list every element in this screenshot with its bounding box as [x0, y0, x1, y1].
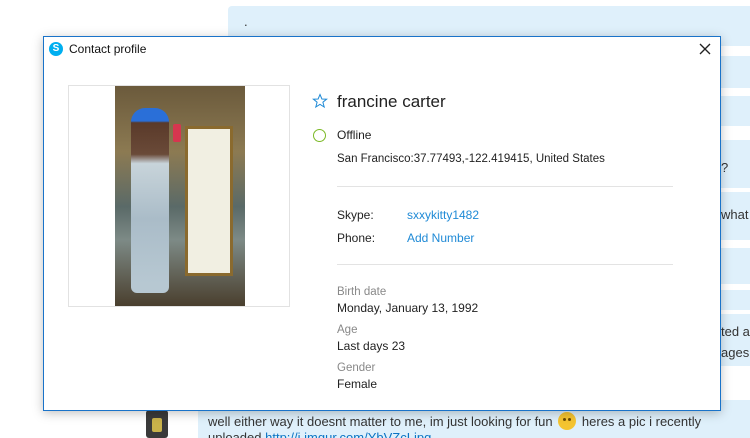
- contact-name: francine carter: [337, 92, 446, 111]
- dialog-title: Contact profile: [69, 42, 147, 56]
- location-text: San Francisco:37.77493,-122.419415, Unit…: [337, 153, 605, 165]
- star-icon[interactable]: [312, 93, 328, 109]
- close-button[interactable]: [696, 40, 714, 58]
- profile-photo[interactable]: [115, 86, 245, 306]
- chat-message-text: well either way it doesnt matter to me, …: [208, 414, 553, 429]
- status-offline-icon: [313, 129, 326, 142]
- sender-avatar[interactable]: [146, 410, 168, 438]
- add-number-link[interactable]: Add Number: [407, 231, 474, 245]
- divider: [337, 186, 673, 187]
- age-label: Age: [337, 324, 358, 336]
- divider: [337, 264, 673, 265]
- chat-bubble: [720, 96, 750, 126]
- birth-date-label: Birth date: [337, 286, 387, 298]
- chat-message-text: heres a pic i recently: [581, 414, 702, 429]
- chat-text-fragment: ted al: [721, 324, 750, 339]
- status-text: Offline: [337, 128, 372, 142]
- close-icon: [699, 43, 711, 55]
- chat-text-fragment: ages: [721, 345, 750, 360]
- age-value: Last days 23: [337, 339, 406, 353]
- gender-value: Female: [337, 377, 378, 391]
- chat-bubble: [720, 56, 750, 88]
- chat-message-line: well either way it doesnt matter to me, …: [208, 412, 701, 430]
- chat-bubble: [720, 248, 750, 284]
- chat-text-fragment: ?: [721, 160, 729, 175]
- smiley-icon: [558, 412, 577, 430]
- title-bar[interactable]: S Contact profile: [44, 37, 720, 61]
- birth-date-value: Monday, January 13, 1992: [337, 301, 479, 315]
- chat-text-fragment: what: [721, 207, 749, 222]
- chat-bubble: [720, 290, 750, 310]
- skype-label: Skype:: [337, 208, 374, 222]
- photo-detail: [185, 126, 233, 276]
- skype-name-link[interactable]: sxxykitty1482: [407, 208, 479, 222]
- skype-icon: S: [49, 42, 63, 56]
- chat-message-line: uploaded http://i.imgur.com/YbVZcLjpg: [208, 430, 431, 438]
- chat-message-text: uploaded: [208, 430, 262, 438]
- photo-detail: [131, 108, 169, 293]
- phone-label: Phone:: [337, 231, 376, 245]
- gender-label: Gender: [337, 362, 376, 374]
- chat-text: .: [244, 14, 248, 29]
- contact-profile-dialog: S Contact profile francine carter Offlin…: [43, 36, 721, 411]
- chat-link[interactable]: http://i.imgur.com/YbVZcLjpg: [265, 430, 431, 438]
- profile-photo-frame: [68, 85, 290, 307]
- photo-detail: [173, 124, 181, 142]
